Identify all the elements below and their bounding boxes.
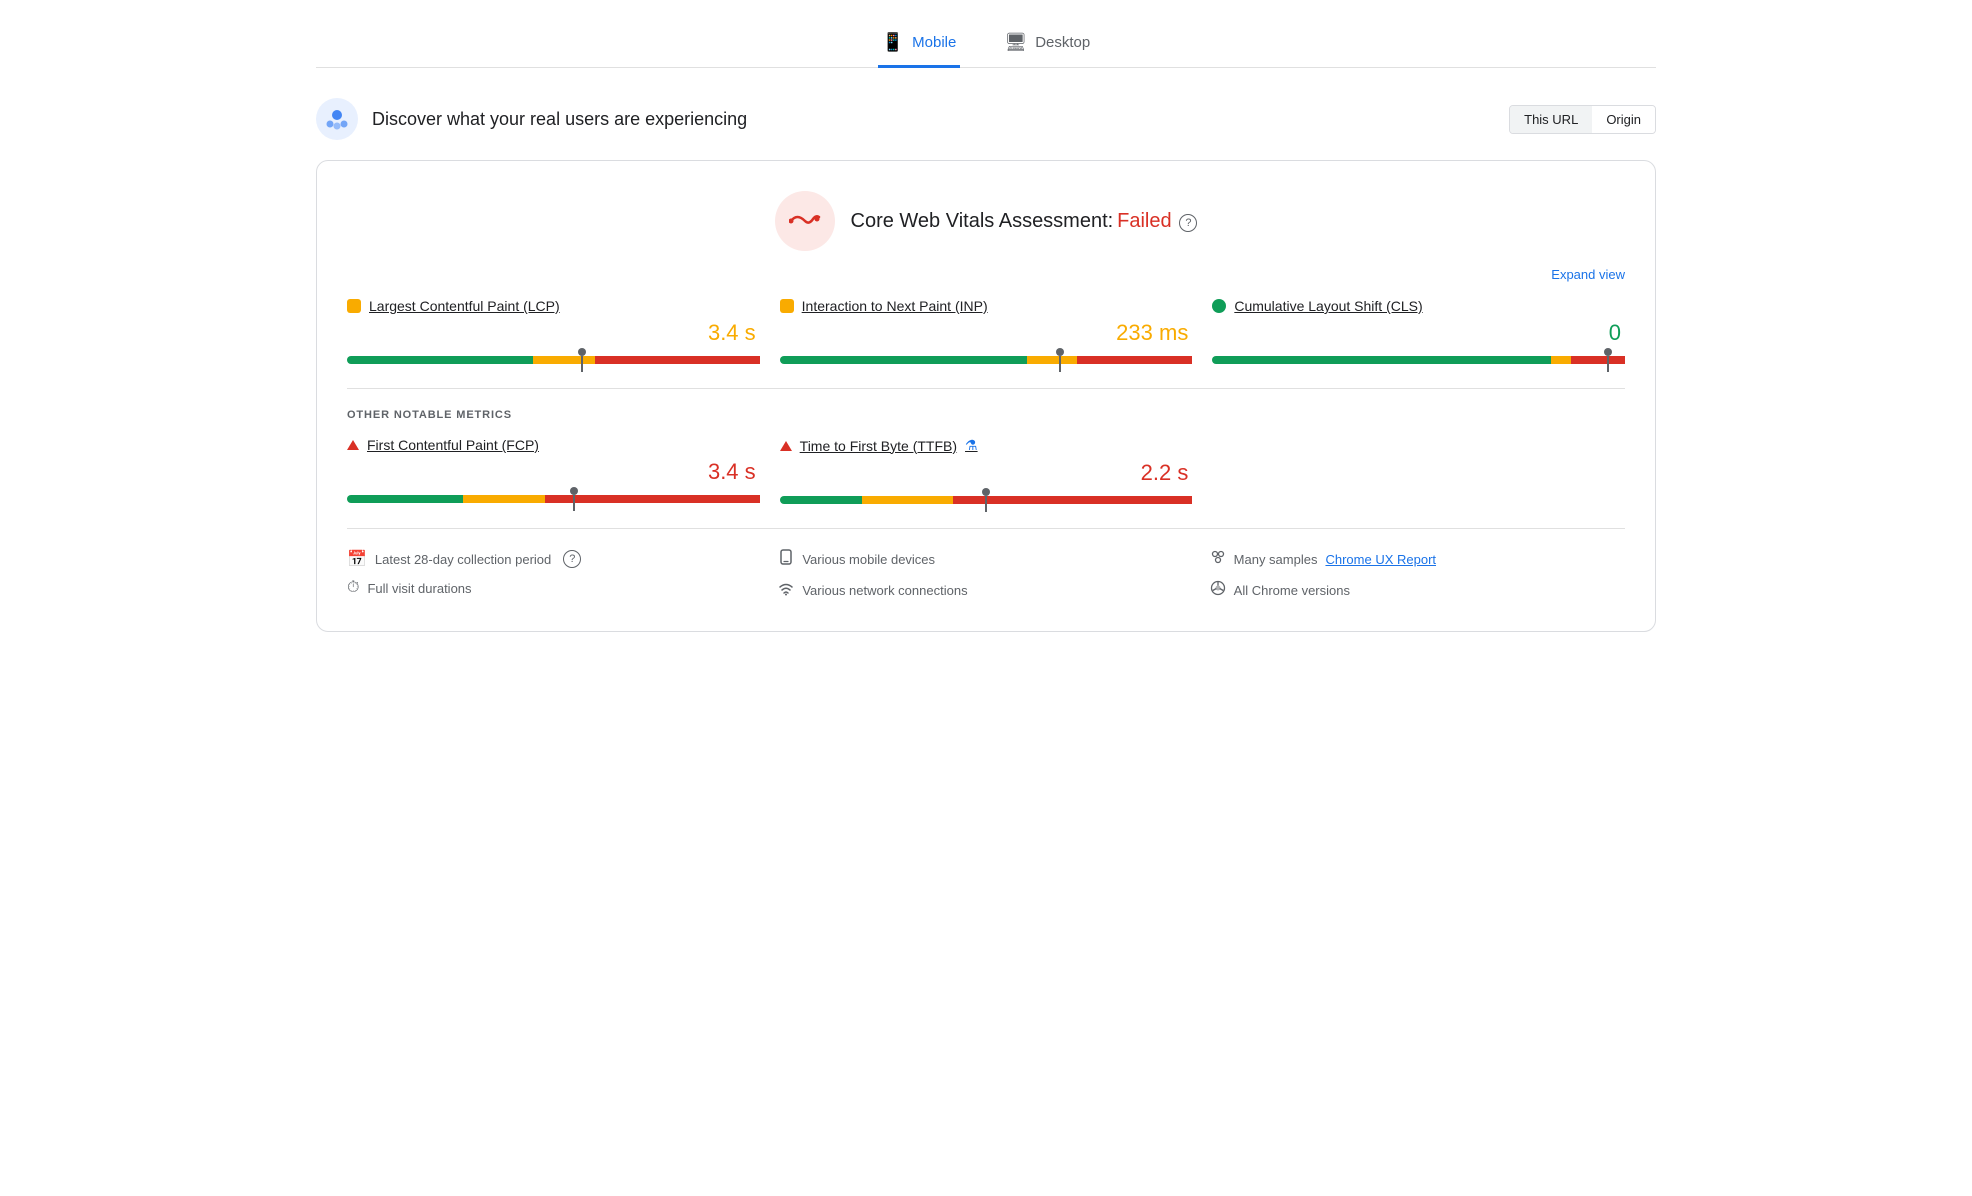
inp-needle-dot xyxy=(1056,348,1064,356)
metric-lcp: Largest Contentful Paint (LCP) 3.4 s xyxy=(347,298,760,364)
lcp-needle-dot xyxy=(578,348,586,356)
metric-lcp-label[interactable]: Largest Contentful Paint (LCP) xyxy=(347,298,760,314)
tab-desktop-label: Desktop xyxy=(1035,34,1090,51)
metric-inp: Interaction to Next Paint (INP) 233 ms xyxy=(780,298,1193,364)
footer-collection-period: 📅 Latest 28-day collection period ? xyxy=(347,549,762,569)
header-row: Discover what your real users are experi… xyxy=(316,98,1656,140)
fcp-bar-orange xyxy=(463,495,546,503)
fcp-bar xyxy=(347,495,760,503)
assessment-title-area: Core Web Vitals Assessment: Failed ? xyxy=(851,210,1198,233)
ttfb-needle-dot xyxy=(982,488,990,496)
lcp-value: 3.4 s xyxy=(347,320,760,346)
wifi-icon xyxy=(778,580,794,601)
footer-visit-durations: ⏱ Full visit durations xyxy=(347,579,762,597)
ttfb-flask-icon: ⚗ xyxy=(965,437,978,454)
header-title: Discover what your real users are experi… xyxy=(372,109,747,130)
origin-button[interactable]: Origin xyxy=(1592,106,1655,133)
metric-fcp: First Contentful Paint (FCP) 3.4 s xyxy=(347,437,760,504)
footer-mobile-devices: Various mobile devices xyxy=(778,549,1193,570)
inp-value: 233 ms xyxy=(780,320,1193,346)
inp-needle-line xyxy=(1059,356,1061,372)
chrome-icon xyxy=(1210,580,1226,601)
inp-needle xyxy=(1056,352,1064,372)
assessment-icon xyxy=(775,191,835,251)
url-toggle: This URL Origin xyxy=(1509,105,1656,134)
metric-ttfb: Time to First Byte (TTFB) ⚗ 2.2 s xyxy=(780,437,1193,504)
cls-needle xyxy=(1604,352,1612,372)
tab-mobile[interactable]: 📱 Mobile xyxy=(878,20,961,68)
tab-mobile-label: Mobile xyxy=(912,34,956,51)
cls-bar xyxy=(1212,356,1625,364)
lcp-bar-green xyxy=(347,356,533,364)
cls-value: 0 xyxy=(1212,320,1625,346)
footer-col-1: 📅 Latest 28-day collection period ? ⏱ Fu… xyxy=(347,549,762,601)
fcp-needle xyxy=(570,491,578,511)
ttfb-bar-orange xyxy=(862,496,953,504)
expand-view-row: Expand view xyxy=(347,267,1625,282)
footer-network: Various network connections xyxy=(778,580,1193,601)
header-left: Discover what your real users are experi… xyxy=(316,98,747,140)
inp-bar-orange xyxy=(1027,356,1077,364)
cls-needle-dot xyxy=(1604,348,1612,356)
section-divider xyxy=(347,388,1625,389)
inp-dot xyxy=(780,299,794,313)
metric-inp-label[interactable]: Interaction to Next Paint (INP) xyxy=(780,298,1193,314)
expand-view-button[interactable]: Expand view xyxy=(1551,267,1625,282)
ttfb-bar xyxy=(780,496,1193,504)
mobile-device-icon xyxy=(778,549,794,570)
collection-help-icon[interactable]: ? xyxy=(563,550,581,568)
inp-bar-green xyxy=(780,356,1028,364)
crux-avatar xyxy=(316,98,358,140)
ttfb-needle-line xyxy=(985,496,987,512)
footer-chrome-versions: All Chrome versions xyxy=(1210,580,1625,601)
tab-desktop[interactable]: 🖥 Desktop xyxy=(1000,20,1094,68)
assessment-header: Core Web Vitals Assessment: Failed ? xyxy=(347,191,1625,251)
footer-col-2: Various mobile devices Various network c… xyxy=(778,549,1193,601)
samples-icon xyxy=(1210,549,1226,570)
fcp-value: 3.4 s xyxy=(347,459,760,485)
this-url-button[interactable]: This URL xyxy=(1510,106,1592,133)
ttfb-value: 2.2 s xyxy=(780,460,1193,486)
cls-needle-line xyxy=(1607,356,1609,372)
fcp-bar-green xyxy=(347,495,463,503)
main-card: Core Web Vitals Assessment: Failed ? Exp… xyxy=(316,160,1656,632)
fcp-triangle-icon xyxy=(347,440,359,450)
assessment-help-icon[interactable]: ? xyxy=(1179,214,1197,232)
lcp-needle-line xyxy=(581,356,583,372)
fcp-needle-dot xyxy=(570,487,578,495)
fcp-needle-line xyxy=(573,495,575,511)
ttfb-needle xyxy=(982,492,990,512)
lcp-dot xyxy=(347,299,361,313)
desktop-icon: 🖥 xyxy=(1004,32,1027,53)
metric-fcp-label[interactable]: First Contentful Paint (FCP) xyxy=(347,437,760,453)
tab-bar: 📱 Mobile 🖥 Desktop xyxy=(316,20,1656,68)
ttfb-triangle-icon xyxy=(780,441,792,451)
cls-dot xyxy=(1212,299,1226,313)
metric-cls: Cumulative Layout Shift (CLS) 0 xyxy=(1212,298,1625,364)
metric-cls-label[interactable]: Cumulative Layout Shift (CLS) xyxy=(1212,298,1625,314)
ttfb-bar-green xyxy=(780,496,863,504)
chrome-ux-link[interactable]: Chrome UX Report xyxy=(1325,552,1436,567)
timer-icon: ⏱ xyxy=(347,579,359,597)
lcp-bar xyxy=(347,356,760,364)
footer-col-3: Many samples Chrome UX Report All Chro xyxy=(1210,549,1625,601)
metric-ttfb-label[interactable]: Time to First Byte (TTFB) ⚗ xyxy=(780,437,1193,454)
cls-bar-orange xyxy=(1551,356,1572,364)
card-footer: 📅 Latest 28-day collection period ? ⏱ Fu… xyxy=(347,528,1625,601)
inp-bar xyxy=(780,356,1193,364)
metrics-bottom: First Contentful Paint (FCP) 3.4 s xyxy=(347,437,1625,504)
assessment-title-prefix: Core Web Vitals Assessment: xyxy=(851,210,1114,232)
cls-bar-red xyxy=(1571,356,1625,364)
assessment-status: Failed xyxy=(1117,210,1171,232)
footer-samples: Many samples Chrome UX Report xyxy=(1210,549,1625,570)
metrics-top: Largest Contentful Paint (LCP) 3.4 s xyxy=(347,298,1625,364)
calendar-icon: 📅 xyxy=(347,549,367,569)
metric-empty xyxy=(1212,437,1625,504)
mobile-icon: 📱 xyxy=(882,32,904,53)
inp-bar-red xyxy=(1077,356,1193,364)
lcp-needle xyxy=(578,352,586,372)
cls-bar-green xyxy=(1212,356,1550,364)
lcp-bar-red xyxy=(595,356,760,364)
other-metrics-label: OTHER NOTABLE METRICS xyxy=(347,409,1625,421)
